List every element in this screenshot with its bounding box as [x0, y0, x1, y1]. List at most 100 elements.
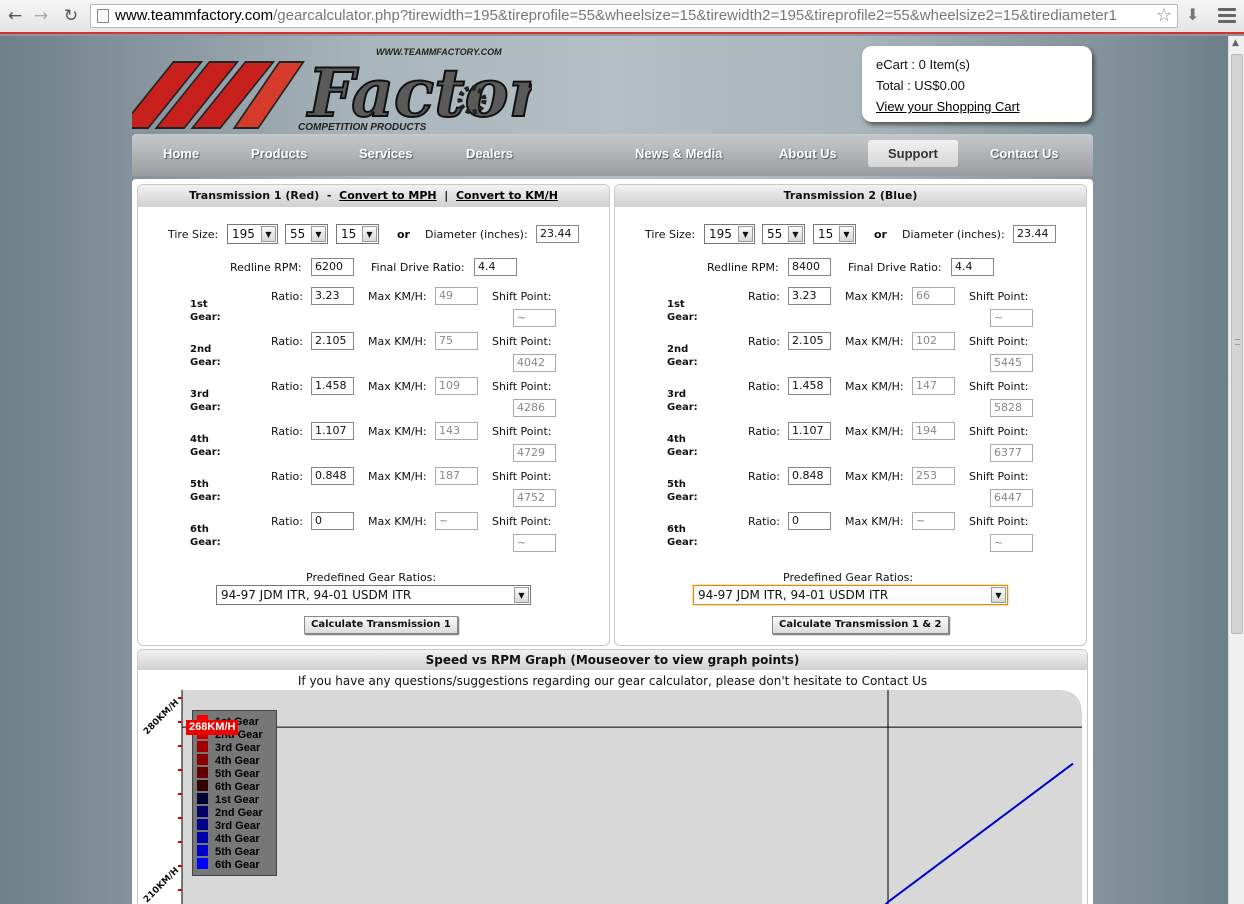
t1-tire-width-select[interactable]: 195 ▼ — [227, 224, 278, 244]
chevron-down-icon: ▼ — [514, 587, 529, 603]
t1-predefined-select-value: 94-97 JDM ITR, 94-01 USDM ITR — [221, 588, 412, 602]
address-bar[interactable]: www.teammfactory.com/gearcalculator.php?… — [90, 4, 1178, 28]
t1-redline-input[interactable]: 6200 — [311, 258, 354, 276]
t1-calculate-button[interactable]: Calculate Transmission 1 — [304, 616, 458, 634]
forward-arrow-icon[interactable]: → — [30, 5, 52, 27]
convert-mph-link[interactable]: Convert to MPH — [339, 189, 436, 202]
nav-support[interactable]: Support — [868, 140, 958, 167]
t1-gear-4-label: 4th Gear: — [190, 433, 221, 459]
t2-gear-1-shift-point: ~ — [990, 309, 1033, 327]
t1-gear-1-ratio-input[interactable]: 3.23 — [311, 287, 354, 305]
chevron-down-icon: ▼ — [738, 226, 753, 242]
view-cart-link[interactable]: View your Shopping Cart — [876, 99, 1020, 114]
t2-final-drive-input[interactable]: 4.4 — [951, 258, 994, 276]
nav-products[interactable]: Products — [251, 146, 307, 161]
t2-tire-width-select[interactable]: 195 ▼ — [704, 224, 755, 244]
t1-shift-point-label: Shift Point: — [492, 380, 552, 393]
legend-item[interactable]: 6th Gear — [197, 780, 260, 793]
t1-shift-point-label: Shift Point: — [492, 470, 552, 483]
t1-gear-6-ratio-input[interactable]: 0 — [311, 512, 354, 530]
t2-gear-2-ratio-input[interactable]: 2.105 — [788, 332, 831, 350]
reload-icon[interactable]: ↻ — [60, 5, 82, 27]
legend-item[interactable]: 5th Gear — [197, 845, 260, 858]
t1-gear-4-word: Gear: — [190, 447, 221, 458]
convert-kmh-link[interactable]: Convert to KM/H — [456, 189, 558, 202]
t2-wheel-size-select[interactable]: 15 ▼ — [813, 224, 856, 244]
t2-tire-profile-select[interactable]: 55 ▼ — [762, 224, 805, 244]
t2-diameter-input[interactable]: 23.44 — [1013, 225, 1056, 243]
nav-contact-us[interactable]: Contact Us — [990, 146, 1059, 161]
t1-gear-2-ratio-input[interactable]: 2.105 — [311, 332, 354, 350]
t2-shift-point-label: Shift Point: — [969, 335, 1029, 348]
t1-gear-4-ratio-input[interactable]: 1.107 — [311, 422, 354, 440]
plot-area — [182, 690, 1082, 904]
t2-gear-4-max-kmh: 194 — [912, 422, 955, 440]
t1-final-drive-input[interactable]: 4.4 — [474, 258, 517, 276]
t2-gear-6-ratio-input[interactable]: 0 — [788, 512, 831, 530]
t2-redline-input[interactable]: 8400 — [788, 258, 831, 276]
legend-swatch — [197, 793, 208, 804]
t2-max-kmh-label: Max KM/H: — [845, 290, 904, 303]
t1-gear-2-name: 2nd — [190, 344, 212, 355]
legend-item[interactable]: 2nd Gear — [197, 806, 263, 819]
t2-gear-5-ratio-input[interactable]: 0.848 — [788, 467, 831, 485]
legend-item[interactable]: 5th Gear — [197, 767, 260, 780]
nav-dealers[interactable]: Dealers — [466, 146, 513, 161]
t2-gear-6-max-kmh: ~ — [912, 512, 955, 530]
t1-tire-profile-select[interactable]: 55 ▼ — [285, 224, 328, 244]
t1-predefined-select[interactable]: 94-97 JDM ITR, 94-01 USDM ITR ▼ — [216, 585, 531, 605]
nav-news-media[interactable]: News & Media — [635, 146, 722, 161]
t2-calculate-button[interactable]: Calculate Transmission 1 & 2 — [772, 616, 949, 634]
t1-shift-point-label: Shift Point: — [492, 425, 552, 438]
main-content: Transmission 1 (Red) - Convert to MPH | … — [132, 179, 1093, 904]
t2-shift-point-label: Shift Point: — [969, 470, 1029, 483]
t2-gear-1-ratio-input[interactable]: 3.23 — [788, 287, 831, 305]
back-arrow-icon[interactable]: ← — [4, 5, 26, 27]
t2-gear-3-ratio-input[interactable]: 1.458 — [788, 377, 831, 395]
nav-about-us[interactable]: About Us — [779, 146, 837, 161]
t1-wheel-size-select[interactable]: 15 ▼ — [336, 224, 379, 244]
t2-final-drive-label: Final Drive Ratio: — [848, 261, 942, 274]
t2-ratio-label: Ratio: — [748, 290, 780, 303]
t1-diameter-input[interactable]: 23.44 — [536, 225, 579, 243]
chevron-down-icon: ▼ — [839, 226, 854, 242]
legend-item[interactable]: 3rd Gear — [197, 741, 260, 754]
t1-max-kmh-label: Max KM/H: — [368, 515, 427, 528]
legend-item[interactable]: 4th Gear — [197, 832, 260, 845]
vertical-scrollbar[interactable]: ▲ — [1228, 36, 1244, 904]
legend-label: 4th Gear — [215, 755, 260, 767]
scroll-up-arrow-icon[interactable]: ▲ — [1232, 38, 1239, 48]
t1-gear-5-max-kmh: 187 — [435, 467, 478, 485]
scrollbar-thumb[interactable] — [1231, 54, 1243, 634]
graph-tooltip: 268KM/H — [186, 720, 239, 736]
t1-gear-3-ratio-input[interactable]: 1.458 — [311, 377, 354, 395]
menu-icon[interactable] — [1218, 8, 1236, 24]
chevron-down-icon: ▼ — [788, 226, 803, 242]
legend-item[interactable]: 6th Gear — [197, 858, 260, 871]
speed-rpm-graph[interactable] — [138, 650, 1088, 904]
ecart-widget: eCart : 0 Item(s) Total : US$0.00 View y… — [862, 46, 1092, 122]
t1-max-kmh-label: Max KM/H: — [368, 335, 427, 348]
legend-item[interactable]: 1st Gear — [197, 793, 259, 806]
t2-gear-3-label: 3rd Gear: — [667, 388, 698, 414]
download-icon[interactable]: ⬇ — [1186, 5, 1199, 24]
t1-gear-3-label: 3rd Gear: — [190, 388, 221, 414]
t1-gear-4-shift-point: 4729 — [513, 444, 556, 462]
legend-item[interactable]: 3rd Gear — [197, 819, 260, 832]
t1-gear-1-max-kmh: 49 — [435, 287, 478, 305]
url-path: /gearcalculator.php?tirewidth=195&tirepr… — [273, 7, 1117, 24]
nav-services[interactable]: Services — [359, 146, 413, 161]
t2-or-label: or — [874, 228, 887, 241]
t2-tire-width-select-value: 195 — [709, 227, 732, 241]
t2-gear-4-shift-point: 6377 — [990, 444, 1033, 462]
t1-gear-5-ratio-input[interactable]: 0.848 — [311, 467, 354, 485]
legend-item[interactable]: 4th Gear — [197, 754, 260, 767]
t2-gear-4-ratio-input[interactable]: 1.107 — [788, 422, 831, 440]
legend-swatch — [197, 806, 208, 817]
t2-predefined-select[interactable]: 94-97 JDM ITR, 94-01 USDM ITR ▼ — [693, 585, 1008, 605]
team-m-factory-logo[interactable]: WWW.TEAMMFACTORY.COM Factory COMPETITION… — [132, 42, 532, 134]
nav-home[interactable]: Home — [163, 146, 199, 161]
legend-swatch — [197, 741, 208, 752]
bookmark-star-icon[interactable]: ☆ — [1156, 5, 1172, 27]
t1-ratio-label: Ratio: — [271, 380, 303, 393]
